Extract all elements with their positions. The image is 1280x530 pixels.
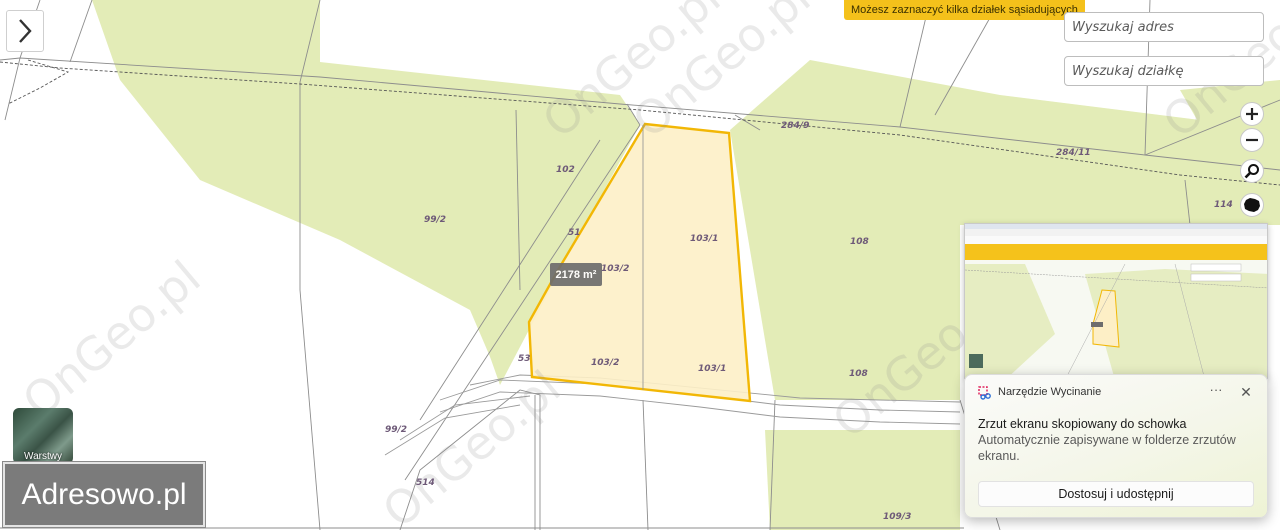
area-measure-badge: 2178 m² <box>550 263 602 286</box>
parcel-label: 108 <box>850 237 869 247</box>
close-icon: ✕ <box>1240 384 1252 400</box>
snipping-tool-icon <box>978 386 991 400</box>
parcel-label: 108 <box>849 369 868 379</box>
parcel-label: 103/2 <box>601 264 629 274</box>
parcel-label: 99/2 <box>385 425 407 435</box>
parcel-label: 103/2 <box>591 358 619 368</box>
parcel-label: 284/9 <box>781 121 809 131</box>
snipping-notification[interactable]: Narzędzie Wycinanie ··· ✕ Zrzut ekranu s… <box>964 374 1268 518</box>
multi-select-hint: Możesz zaznaczyć kilka działek sąsiadują… <box>844 0 1085 20</box>
search-map-button[interactable] <box>1240 159 1264 183</box>
zoom-in-icon <box>1246 108 1258 120</box>
parcel-label: 99/2 <box>424 215 446 225</box>
zoom-out-button[interactable] <box>1240 128 1264 152</box>
parcel-label: 114 <box>1214 200 1233 210</box>
more-options-button[interactable]: ··· <box>1205 381 1227 403</box>
parcel-label: 103/1 <box>690 234 718 244</box>
notification-title: Zrzut ekranu skopiowany do schowka <box>978 417 1187 431</box>
zoom-in-button[interactable] <box>1240 102 1264 126</box>
poland-map-icon <box>1244 198 1260 212</box>
parcel-label: 284/11 <box>1056 148 1091 158</box>
notification-body: Automatycznie zapisywane w folderze zrzu… <box>978 433 1236 463</box>
chevron-right-icon <box>19 19 32 43</box>
more-icon: ··· <box>1209 382 1223 397</box>
zoom-out-icon <box>1246 138 1258 142</box>
brand-logo[interactable]: Adresowo.pl <box>3 462 205 527</box>
svg-text:OnGeo.pl: OnGeo.pl <box>12 250 210 428</box>
expand-panel-button[interactable] <box>6 10 44 52</box>
thumbnail-image <box>965 224 1267 378</box>
parcel-label: 102 <box>556 165 575 175</box>
layers-button[interactable]: Warstwy <box>13 408 73 464</box>
close-notification-button[interactable]: ✕ <box>1235 381 1257 403</box>
parcel-label: 53 <box>518 354 531 364</box>
parcel-label: 51 <box>568 228 581 238</box>
parcel-label: 109/3 <box>883 512 911 522</box>
customize-share-button[interactable]: Dostosuj i udostępnij <box>978 481 1254 507</box>
address-search-input[interactable] <box>1064 12 1264 42</box>
country-view-button[interactable] <box>1240 193 1264 217</box>
search-icon <box>1244 164 1259 179</box>
parcel-label: 514 <box>416 478 435 488</box>
layers-label: Warstwy <box>24 451 62 462</box>
parcel-label: 103/1 <box>698 364 726 374</box>
notification-app-name: Narzędzie Wycinanie <box>998 386 1102 398</box>
parcel-search-input[interactable] <box>1064 56 1264 86</box>
screenshot-thumbnail[interactable] <box>964 223 1268 379</box>
